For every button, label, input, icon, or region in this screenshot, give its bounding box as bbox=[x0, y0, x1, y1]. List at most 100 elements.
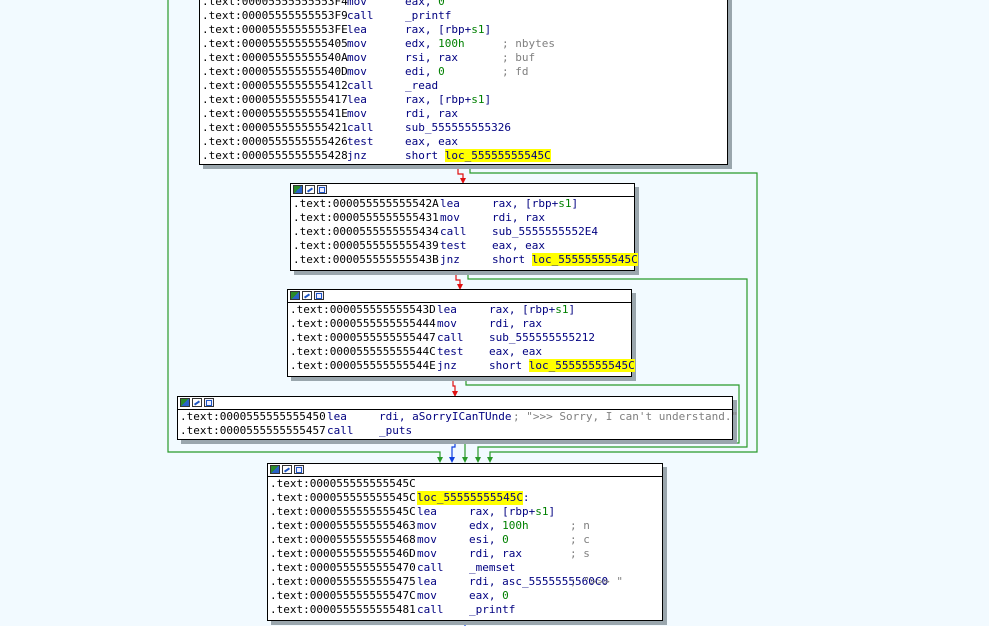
asm-operand-part: s1 bbox=[471, 23, 485, 36]
asm-line[interactable]: .text:000055555555546D mov rdi, rax ; s bbox=[268, 547, 662, 561]
asm-line[interactable]: .text:0000555555555444 mov rdi, rax bbox=[288, 317, 631, 331]
asm-address: .text:000055555555546D bbox=[270, 547, 416, 560]
asm-operand-part: sub_555555555212 bbox=[489, 331, 595, 344]
asm-line[interactable]: .text:0000555555555447 call sub_5555555552… bbox=[288, 331, 631, 345]
asm-line[interactable]: .text:000055555555545C lea rax, [rbp+s1] bbox=[268, 505, 662, 519]
asm-line[interactable]: .text:0000555555555434 call sub_5555555552… bbox=[291, 225, 634, 239]
asm-mnemonic: mov bbox=[417, 589, 437, 602]
asm-operand-part: sub_5555555552E4 bbox=[492, 225, 598, 238]
asm-line[interactable]: .text:0000555555555426 test eax, eax bbox=[200, 135, 727, 149]
asm-label: loc_55555555545C bbox=[417, 491, 523, 505]
node-icon[interactable] bbox=[204, 398, 214, 407]
asm-line[interactable]: .text:0000555555555457 call _puts bbox=[178, 424, 732, 438]
asm-line[interactable]: .text:000055555555541E mov rdi, rax bbox=[200, 107, 727, 121]
code-block-1[interactable]: .text:000055555555542A lea rax, [rbp+s1] .t… bbox=[290, 183, 638, 271]
asm-address: .text:0000555555555475 bbox=[270, 575, 416, 588]
node-icon[interactable] bbox=[314, 291, 324, 300]
graph-color-icon[interactable] bbox=[293, 185, 303, 194]
asm-line[interactable]: .text:0000555555555431 mov rdi, rax bbox=[291, 211, 634, 225]
asm-operands: rdi, rax bbox=[492, 211, 545, 225]
asm-line[interactable]: .text:00005555555553F9 call _printf bbox=[200, 9, 727, 23]
edit-icon[interactable] bbox=[305, 185, 315, 194]
asm-address: .text:000055555555545C bbox=[270, 477, 416, 490]
asm-operands: eax, eax bbox=[492, 239, 545, 253]
edit-icon[interactable] bbox=[192, 398, 202, 407]
asm-address: .text:00005555555553FE bbox=[202, 23, 348, 36]
asm-operands: _puts bbox=[379, 424, 412, 438]
asm-line[interactable]: .text:0000555555555412 call _read bbox=[200, 79, 727, 93]
asm-operand-part: 0 bbox=[502, 533, 509, 546]
asm-operand-part: eax, eax bbox=[492, 239, 545, 252]
asm-address: .text:000055555555540A bbox=[202, 51, 348, 64]
asm-line[interactable]: .text:000055555555542A lea rax, [rbp+s1] bbox=[291, 197, 634, 211]
edge-b3-uncond bbox=[451, 440, 456, 458]
asm-line[interactable]: .text:000055555555544E jnz short loc_55555… bbox=[288, 359, 635, 373]
code-block-2[interactable]: .text:000055555555543D lea rax, [rbp+s1] .t… bbox=[287, 289, 635, 377]
asm-line[interactable]: .text:0000555555555417 lea rax, [rbp+s1] bbox=[200, 93, 727, 107]
node-icon[interactable] bbox=[317, 185, 327, 194]
asm-operands: rax, [rbp+s1] bbox=[489, 303, 575, 317]
node-icon[interactable] bbox=[294, 465, 304, 474]
asm-line[interactable]: .text:0000555555555405 mov edx, 100h ; nbyt… bbox=[200, 37, 727, 51]
asm-line[interactable]: .text:0000555555555421 call sub_5555555553… bbox=[200, 121, 727, 135]
asm-operand-part: edx, bbox=[469, 519, 503, 532]
asm-line[interactable]: .text:000055555555543D lea rax, [rbp+s1] bbox=[288, 303, 631, 317]
asm-line[interactable]: .text:0000555555555468 mov esi, 0 ; c bbox=[268, 533, 662, 547]
block-header bbox=[291, 184, 634, 197]
asm-line[interactable]: .text:0000555555555470 call _memset bbox=[268, 561, 662, 575]
asm-address: .text:0000555555555405 bbox=[202, 37, 348, 50]
edit-icon[interactable] bbox=[282, 465, 292, 474]
asm-line[interactable]: .text:0000555555555439 test eax, eax bbox=[291, 239, 634, 253]
asm-comment: ; ">>> " bbox=[570, 575, 623, 588]
asm-operand-part: rdi, aSorryICanTUnde bbox=[379, 410, 512, 423]
asm-line[interactable]: .text:0000555555555450 lea rdi, aSorryICan… bbox=[178, 410, 738, 424]
asm-line[interactable]: .text:0000555555555463 mov edx, 100h ; n bbox=[268, 519, 662, 533]
asm-operand-part: ] bbox=[484, 23, 492, 36]
asm-line[interactable]: .text:00005555555553F4 mov eax, 0 bbox=[200, 0, 727, 9]
asm-operands: _memset bbox=[469, 561, 515, 575]
code-block-0[interactable]: .text:00005555555553F4 mov eax, 0 .text:000… bbox=[199, 0, 728, 165]
asm-operand-part: _printf bbox=[469, 603, 516, 616]
asm-operand-part: 100h bbox=[438, 37, 465, 50]
asm-operand-part: short bbox=[405, 149, 445, 162]
asm-mnemonic: call bbox=[347, 9, 374, 22]
asm-line[interactable]: .text:000055555555545C bbox=[268, 477, 662, 491]
asm-line[interactable]: .text:000055555555545C loc_55555555545C: bbox=[268, 491, 662, 505]
asm-operands: sub_555555555326 bbox=[405, 121, 511, 135]
asm-operand-part: ] bbox=[571, 197, 579, 210]
asm-operands: short loc_55555555545C bbox=[492, 253, 638, 267]
graph-color-icon[interactable] bbox=[290, 291, 300, 300]
asm-mnemonic: lea bbox=[347, 93, 367, 106]
asm-address: .text:000055555555545C bbox=[270, 505, 416, 518]
asm-operand-part: rax, [rbp+ bbox=[469, 505, 536, 518]
asm-line[interactable]: .text:000055555555544C test eax, eax bbox=[288, 345, 631, 359]
asm-mnemonic: mov bbox=[347, 65, 367, 78]
code-block-4[interactable]: .text:000055555555545C .text:000055555555… bbox=[267, 463, 663, 621]
asm-operands: rax, [rbp+s1] bbox=[405, 23, 491, 37]
asm-address: .text:0000555555555439 bbox=[293, 239, 439, 252]
asm-mnemonic: mov bbox=[440, 211, 460, 224]
asm-mnemonic: lea bbox=[417, 505, 437, 518]
asm-line[interactable]: .text:0000555555555481 call _printf bbox=[268, 603, 662, 617]
asm-mnemonic: mov bbox=[347, 0, 367, 8]
asm-line[interactable]: .text:0000555555555428 jnz short loc_55555… bbox=[200, 149, 727, 163]
asm-line[interactable]: .text:000055555555540A mov rsi, rax ; buf bbox=[200, 51, 727, 65]
asm-operands: rax, [rbp+s1] bbox=[492, 197, 578, 211]
code-block-3[interactable]: .text:0000555555555450 lea rdi, aSorryICan… bbox=[177, 396, 738, 440]
asm-line[interactable]: .text:000055555555543B jnz short loc_55555… bbox=[291, 253, 638, 267]
asm-mnemonic: call bbox=[347, 121, 374, 134]
graph-color-icon[interactable] bbox=[180, 398, 190, 407]
asm-comment: ; fd bbox=[502, 65, 529, 78]
asm-line[interactable]: .text:000055555555540D mov edi, 0 ; fd bbox=[200, 65, 727, 79]
asm-line[interactable]: .text:000055555555547C mov eax, 0 bbox=[268, 589, 662, 603]
graph-color-icon[interactable] bbox=[270, 465, 280, 474]
edit-icon[interactable] bbox=[302, 291, 312, 300]
asm-address: .text:0000555555555417 bbox=[202, 93, 348, 106]
asm-line[interactable]: .text:0000555555555475 lea rdi, asc_555555… bbox=[268, 575, 662, 589]
asm-operand-part: _memset bbox=[469, 561, 516, 574]
asm-address: .text:0000555555555426 bbox=[202, 135, 348, 148]
asm-mnemonic: call bbox=[327, 424, 354, 437]
asm-operands: sub_5555555552E4 bbox=[492, 225, 598, 239]
asm-operand-part: ] bbox=[568, 303, 576, 316]
asm-line[interactable]: .text:00005555555553FE lea rax, [rbp+s1] bbox=[200, 23, 727, 37]
